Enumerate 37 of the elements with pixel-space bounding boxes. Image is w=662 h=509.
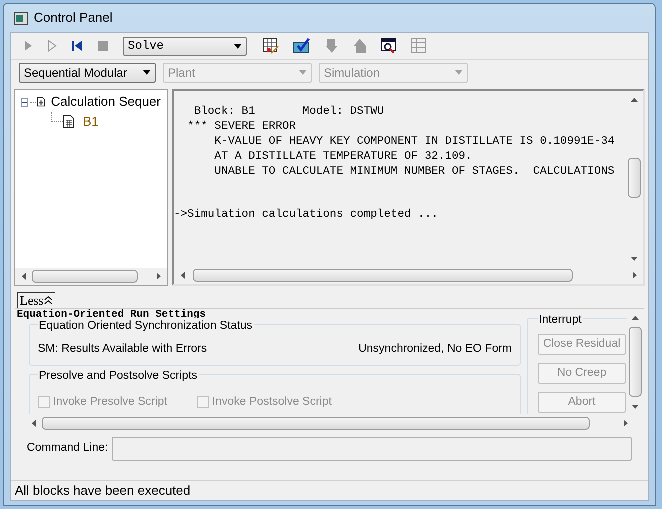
horizontal-scrollbar[interactable] [15,268,167,285]
tree-item[interactable]: B1 [83,112,99,132]
log-line: UNABLE TO CALCULATE MINIMUM NUMBER OF STAGES. CALCULATIONS [214,165,615,180]
dropdown-caret-icon [234,44,242,48]
status-text: All blocks have been executed [15,482,191,500]
window-title: Control Panel [34,9,113,28]
grid-pencil-icon[interactable] [263,38,279,54]
dropdown-caret-icon [455,70,463,75]
rewind-icon[interactable] [71,40,83,52]
folder-check-icon[interactable] [293,38,311,54]
scroll-thumb[interactable] [32,270,138,283]
magnifier-window-icon[interactable] [381,38,397,54]
chevron-icon [44,296,53,305]
window-icon [14,12,28,24]
eo-form-text: Unsynchronized, No EO Form [358,342,512,358]
scroll-thumb[interactable] [629,327,642,397]
dropdown-caret-icon [143,70,151,75]
log-line: *** SEVERE ERROR [186,120,296,135]
section-title: Equation-Oriented Run Settings [17,309,206,321]
tree-item[interactable]: Calculation Sequer [51,92,161,112]
document-icon [63,115,75,129]
scroll-thumb[interactable] [42,417,590,430]
command-line-label: Command Line: [27,441,108,456]
log-line: K-VALUE OF HEAVY KEY COMPONENT IN DISTILLATE IS 0.10991E-34 [214,135,615,150]
document-icon [36,95,46,109]
mode-dropdown[interactable]: Sequential Modular [19,62,156,82]
sync-status-text: SM: Results Available with Errors [38,342,208,358]
log-line: Block: B1 Model: DSTWU [193,105,384,120]
solve-dropdown[interactable]: Solve [123,36,247,56]
scroll-thumb[interactable] [628,158,641,198]
log-line: AT A DISTILLATE TEMPERATURE OF 32.109. [214,150,472,165]
command-line-field[interactable] [112,437,632,461]
less-toggle[interactable]: Less [17,292,55,308]
log-line: ->Simulation calculations completed ... [174,208,438,223]
scroll-thumb[interactable] [193,269,573,282]
collapse-icon[interactable] [21,98,28,106]
dropdown-caret-icon [299,70,307,75]
